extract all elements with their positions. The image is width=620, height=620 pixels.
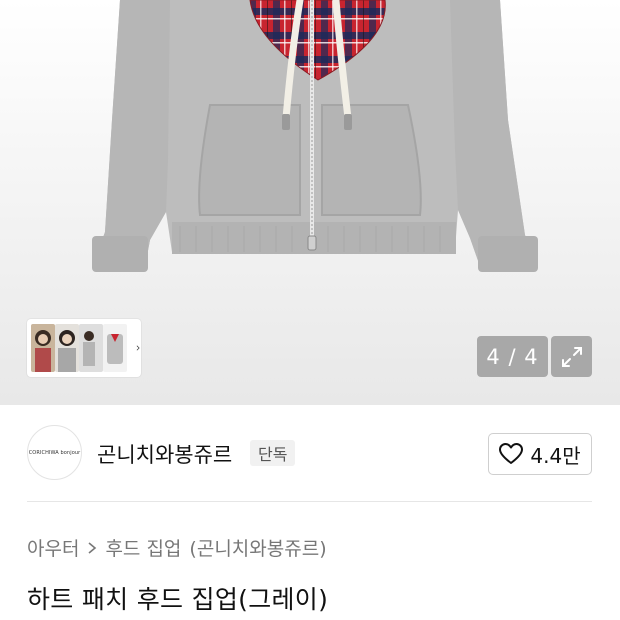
chevron-right-icon	[88, 541, 97, 554]
like-button[interactable]: 4.4만	[488, 433, 592, 475]
exclusive-badge: 단독	[250, 440, 296, 466]
breadcrumb-brand[interactable]: (곤니치와봉쥬르)	[189, 534, 326, 561]
breadcrumb-category[interactable]: 아우터	[27, 534, 79, 561]
thumbnail-strip[interactable]	[27, 319, 141, 377]
product-title: 하트 패치 후드 집업(그레이)	[27, 585, 329, 614]
breadcrumb: 아우터 후드 집업 (곤니치와봉쥬르)	[27, 534, 327, 561]
expand-arrows-icon	[561, 346, 582, 367]
image-counter: 4 / 4	[477, 336, 548, 377]
breadcrumb-subcategory[interactable]: 후드 집업	[105, 534, 181, 561]
thumbnail-1[interactable]	[31, 324, 55, 372]
brand-row: CORICHIWA bonjour 곤니치와봉쥬르 단독 4.4만	[0, 405, 620, 501]
chevron-right-icon[interactable]	[135, 340, 141, 356]
heart-outline-icon	[499, 443, 524, 464]
expand-button[interactable]	[551, 336, 592, 377]
divider	[27, 501, 592, 502]
thumbnail-4[interactable]	[103, 324, 127, 372]
brand-name[interactable]: 곤니치와봉쥬르	[97, 439, 232, 469]
thumbnail-2[interactable]	[55, 324, 79, 372]
product-image-gallery[interactable]: 4 / 4	[0, 0, 620, 405]
thumbnail-3[interactable]	[79, 324, 103, 372]
like-count: 4.4만	[530, 443, 581, 468]
thumbnail-list	[31, 324, 127, 372]
brand-logo[interactable]: CORICHIWA bonjour	[27, 425, 82, 480]
brand-logo-text: CORICHIWA bonjour	[28, 449, 81, 456]
